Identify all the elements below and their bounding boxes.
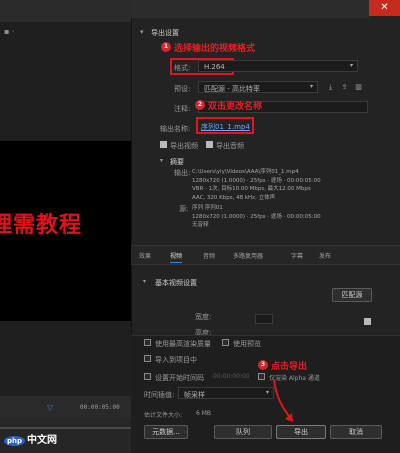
width-label: 宽度: (195, 313, 212, 321)
set-start-timecode-checkbox[interactable] (144, 373, 151, 380)
preview-title-text: 理需教程 (0, 212, 83, 238)
estimated-size-value: 6 MB (196, 410, 212, 417)
tab-publish[interactable]: 发布 (319, 251, 331, 263)
summary-output-line: VBR · 1次, 目标10.00 Mbps, 最大12.00 Mbps (192, 186, 311, 192)
summary-source-line: 无音频 (192, 222, 209, 228)
summary-source-line: 序列 序列01 (192, 205, 223, 211)
annotation-2-text: 双击更改名称 (208, 102, 263, 112)
summary-collapse-arrow-icon[interactable]: ▾ (160, 157, 163, 164)
tab-video[interactable]: 视频 (170, 251, 183, 263)
output-name-link[interactable]: 序列01_1.mp4 (201, 122, 250, 132)
tab-audio[interactable]: 音频 (203, 251, 215, 263)
watermark-logo-text: 中文网 (27, 435, 58, 446)
match-width-checkbox[interactable] (364, 318, 371, 325)
tab-effects[interactable]: 效果 (139, 251, 151, 263)
queue-button[interactable]: 队列 (214, 425, 272, 439)
export-audio-label: 导出音频 (216, 142, 244, 150)
summary-output-label: 输出: (174, 169, 191, 177)
annotation-1-text: 选择输出的视频格式 (174, 44, 256, 54)
annotation-1-badge: 1 (161, 42, 171, 52)
summary-source-lines: 序列 序列01 1280x720 (1.0000) · 25fps · 逐场 ·… (192, 204, 382, 230)
use-previews-checkbox[interactable] (222, 339, 229, 346)
format-label: 格式: (174, 64, 191, 72)
start-timecode-value[interactable]: 00:00:00:00 (213, 373, 250, 380)
watermark-logo-badge: php (4, 436, 26, 446)
playhead-marker-icon[interactable]: ▽ (47, 403, 53, 412)
set-start-timecode-label: 设置开始时间码 (155, 374, 204, 382)
summary-title: 摘要 (170, 158, 184, 166)
export-video-checkbox[interactable] (160, 141, 167, 148)
preset-label: 预设: (174, 85, 191, 93)
interpolation-dropdown-chevron-icon[interactable]: ▾ (266, 389, 269, 396)
annotation-2-badge: 2 (195, 100, 205, 110)
preview-timecode: 00:00:05:00 (80, 404, 120, 411)
max-render-quality-checkbox[interactable] (144, 339, 151, 346)
render-alpha-only-checkbox[interactable] (258, 373, 265, 380)
panel-menu-icon[interactable]: ▪ · (4, 27, 24, 37)
use-previews-label: 使用预览 (233, 340, 261, 348)
preview-scrollbar[interactable] (0, 427, 131, 429)
php-watermark-logo: php 中文网 (4, 431, 57, 446)
delete-preset-icon[interactable]: ▥ (354, 83, 363, 91)
preset-dropdown-chevron-icon[interactable]: ▾ (310, 83, 313, 90)
comment-label: 注释: (174, 105, 191, 113)
annotation-arrow-icon (273, 379, 293, 422)
preview-tab-bar (0, 0, 131, 22)
dialog-title-bar (131, 0, 369, 18)
summary-output-line: AAC, 320 Kbps, 48 kHz, 立体声 (192, 194, 276, 201)
close-window-button[interactable]: ✕ (369, 0, 400, 16)
format-dropdown-chevron-icon[interactable]: ▾ (350, 62, 353, 69)
basic-video-settings-title: 基本视频设置 (155, 279, 197, 287)
max-render-quality-label: 使用最高渲染质量 (155, 340, 211, 348)
estimated-size-label: 估计文件大小: (144, 412, 183, 419)
collapse-arrow-icon[interactable]: ▾ (140, 28, 144, 36)
preset-value: 匹配源 - 高比特率 (204, 85, 260, 93)
import-into-project-label: 导入到项目中 (155, 356, 197, 364)
video-settings-collapse-arrow-icon[interactable]: ▾ (143, 278, 146, 285)
summary-output-line: 1280x720 (1.0000) · 25fps · 逐场 · 00:00:0… (192, 177, 321, 184)
time-interpolation-value: 帧采样 (184, 391, 205, 399)
output-name-label: 输出名称: (160, 125, 191, 133)
width-field[interactable] (255, 314, 273, 324)
time-interpolation-label: 时间插值: (144, 391, 175, 399)
summary-output-lines: C:\Users\yly\Videos\AAA\序列01_1.mp4 1280x… (192, 168, 382, 202)
export-video-label: 导出视频 (170, 142, 198, 150)
summary-source-line: 1280x720 (1.0000) · 25fps · 逐场 · 00:00:0… (192, 213, 321, 220)
export-button[interactable]: 导出 (276, 425, 326, 439)
annotation-3-text: 点击导出 (271, 362, 308, 372)
match-source-button[interactable]: 匹配源 (332, 288, 372, 302)
format-value: H.264 (204, 63, 225, 71)
metadata-button[interactable]: 元数据... (144, 425, 188, 439)
import-into-project-checkbox[interactable] (144, 355, 151, 362)
video-preview: 理需教程 (0, 141, 131, 321)
cancel-button[interactable]: 取消 (330, 425, 382, 439)
tab-multiplexer[interactable]: 多路复用器 (233, 251, 263, 263)
export-audio-checkbox[interactable] (206, 141, 213, 148)
summary-output-line: C:\Users\yly\Videos\AAA\序列01_1.mp4 (192, 169, 299, 175)
import-preset-icon[interactable]: ⇪ (340, 83, 349, 91)
summary-source-label: 源: (179, 205, 189, 213)
tab-captions[interactable]: 字幕 (291, 251, 303, 263)
export-settings-title: 导出设置 (151, 29, 179, 37)
annotation-3-badge: 3 (258, 360, 268, 370)
save-preset-icon[interactable]: ⤓ (326, 83, 335, 91)
